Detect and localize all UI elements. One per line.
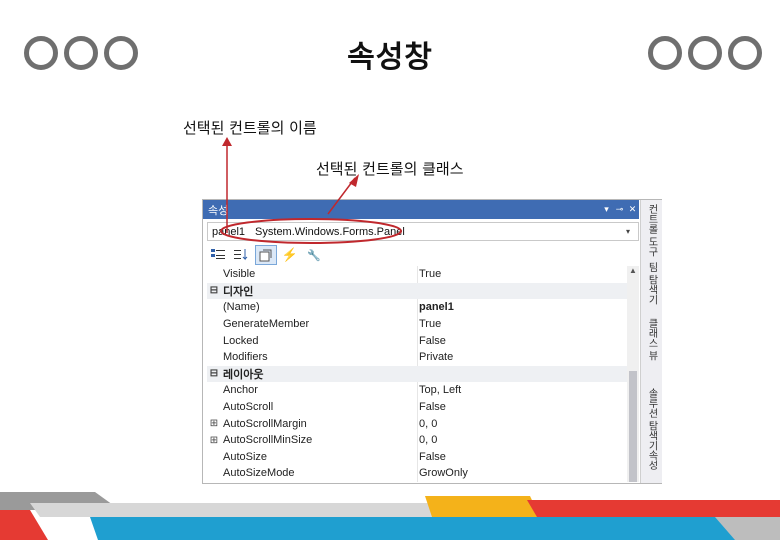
- property-row[interactable]: Modifiers Private: [207, 348, 627, 366]
- property-name: AutoSizeMode: [223, 467, 295, 480]
- property-value[interactable]: 0, 0: [417, 415, 627, 432]
- callout-control-class: 선택된 컨트롤의 클래스: [316, 160, 464, 178]
- close-icon[interactable]: ✕: [626, 204, 639, 215]
- stripe-gray-left: [0, 492, 120, 510]
- property-name: Locked: [223, 334, 259, 347]
- stripe-lightgray: [30, 503, 440, 517]
- property-row[interactable]: AutoSizeMode GrowOnly: [207, 465, 627, 482]
- scroll-up-icon[interactable]: ▲: [627, 266, 639, 278]
- side-tab[interactable]: 솔루션 탐색기: [644, 388, 659, 451]
- property-value[interactable]: False: [417, 398, 627, 416]
- alphabetical-icon[interactable]: [231, 245, 253, 265]
- property-row[interactable]: Locked False: [207, 332, 627, 349]
- expander-icon[interactable]: ⊟: [207, 368, 221, 379]
- window-title: 속성: [208, 204, 229, 217]
- properties-window: 속성 ▾ ⊸ ✕ panel1 System.Windows.Forms.Pan…: [202, 199, 662, 484]
- side-tab[interactable]: 클래스 뷰: [644, 318, 659, 361]
- category-label: 레이아웃: [223, 368, 264, 381]
- side-tab[interactable]: 컨트롤 도구: [644, 204, 659, 257]
- callout-control-name: 선택된 컨트롤의 이름: [183, 119, 317, 137]
- expander-icon[interactable]: ⊞: [207, 435, 221, 446]
- property-name: (Name): [223, 301, 260, 314]
- stripe-red-left: [0, 510, 48, 540]
- categorized-icon[interactable]: [207, 245, 229, 265]
- expander-icon[interactable]: ⊞: [207, 418, 221, 429]
- property-category[interactable]: ⊟ 레이아웃: [207, 365, 627, 383]
- side-tab[interactable]: 속성: [644, 450, 659, 470]
- property-name: GenerateMember: [223, 318, 310, 331]
- property-value[interactable]: panel1: [417, 299, 627, 316]
- stripe-blue: [90, 517, 740, 540]
- property-name: AutoSize: [223, 450, 268, 463]
- property-value[interactable]: Private: [417, 348, 627, 366]
- slide-title: 속성창: [347, 40, 433, 75]
- property-name: Modifiers: [223, 351, 268, 364]
- vertical-scrollbar[interactable]: ▲: [627, 266, 639, 482]
- expander-icon[interactable]: ⊟: [207, 285, 221, 296]
- property-grid: Visible True ⊟ 디자인 (Name) panel1 GenerateMembe…: [207, 266, 627, 482]
- stripe-yellow: [425, 496, 540, 517]
- pin-icon[interactable]: ⊸: [613, 204, 626, 215]
- property-row[interactable]: ⊞ AutoScrollMinSize 0, 0: [207, 431, 627, 449]
- properties-toolbar: ⚡ 🔧: [207, 245, 325, 265]
- property-value[interactable]: 0, 0: [417, 431, 627, 449]
- scroll-thumb[interactable]: [629, 371, 637, 482]
- events-icon[interactable]: ⚡: [279, 245, 301, 265]
- property-row[interactable]: (Name) panel1: [207, 299, 627, 316]
- object-name: panel1: [212, 225, 246, 238]
- properties-titlebar: 속성 ▾ ⊸ ✕: [203, 200, 639, 219]
- property-row[interactable]: ⊞ AutoScrollMargin 0, 0: [207, 415, 627, 432]
- property-row[interactable]: Visible True: [207, 266, 627, 283]
- properties-icon[interactable]: [255, 245, 277, 265]
- property-name: AutoScrollMinSize: [223, 434, 313, 447]
- property-name: AutoScroll: [223, 401, 274, 414]
- property-name: AutoScrollMargin: [223, 417, 307, 430]
- stripe-red-right: [527, 500, 780, 517]
- property-row[interactable]: AutoSize False: [207, 448, 627, 466]
- property-row[interactable]: Anchor Top, Left: [207, 382, 627, 399]
- property-value[interactable]: GrowOnly: [417, 465, 627, 482]
- side-tab[interactable]: 팀 탐색기: [644, 262, 659, 305]
- property-value[interactable]: False: [417, 448, 627, 466]
- side-tab-strip: 컨트롤 도구팀 탐색기클래스 뷰솔루션 탐색기 속성: [640, 200, 662, 483]
- property-value[interactable]: Top, Left: [417, 382, 627, 399]
- property-value[interactable]: True: [417, 315, 627, 333]
- property-value[interactable]: True: [417, 266, 627, 283]
- property-row[interactable]: GenerateMember True: [207, 315, 627, 333]
- category-label: 디자인: [223, 285, 254, 298]
- dropdown-arrow-icon[interactable]: ▾: [626, 227, 638, 236]
- property-pages-icon[interactable]: 🔧: [303, 245, 325, 265]
- property-name: Visible: [223, 268, 256, 281]
- object-selector[interactable]: panel1 System.Windows.Forms.Panel ▾: [207, 222, 639, 241]
- name-pointer-arrowhead: [222, 137, 232, 146]
- window-menu-icon[interactable]: ▾: [600, 204, 613, 215]
- stripe-gray-right: [715, 517, 780, 540]
- object-class: System.Windows.Forms.Panel: [255, 225, 405, 238]
- property-value[interactable]: False: [417, 332, 627, 349]
- property-name: Anchor: [223, 384, 258, 397]
- property-category[interactable]: ⊟ 디자인: [207, 282, 627, 300]
- property-row[interactable]: AutoScroll False: [207, 398, 627, 416]
